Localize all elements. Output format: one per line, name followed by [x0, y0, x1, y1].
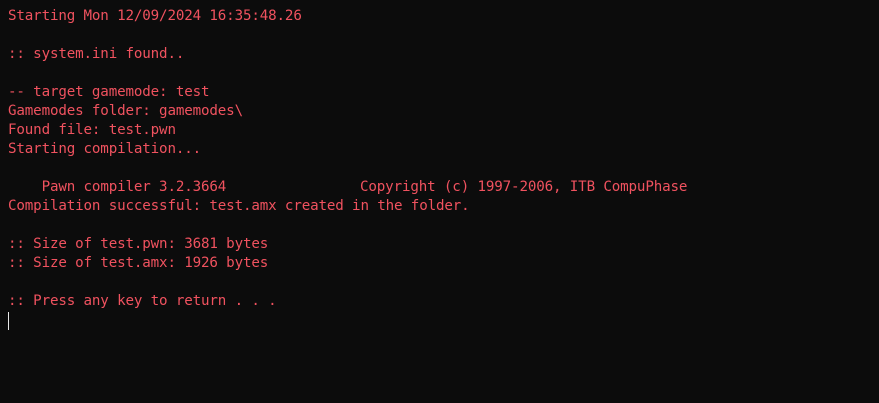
- press-any-key-prompt: :: Press any key to return . . .: [8, 293, 277, 309]
- target-gamemode-line: -- target gamemode: test: [8, 84, 210, 100]
- size-pwn-line: :: Size of test.pwn: 3681 bytes: [8, 236, 269, 252]
- starting-line: Starting Mon 12/09/2024 16:35:48.26: [8, 8, 302, 24]
- starting-compilation-line: Starting compilation...: [8, 141, 202, 157]
- compiler-info-line: Pawn compiler 3.2.3664 Copyright (c) 1997…: [8, 159, 879, 195]
- size-amx-line: :: Size of test.amx: 1926 bytes: [8, 255, 269, 271]
- system-ini-line: :: system.ini found..: [8, 46, 185, 62]
- compilation-result-line: Compilation successful: test.amx created…: [8, 198, 470, 214]
- compiler-version: Pawn compiler 3.2.3664: [41, 179, 227, 195]
- gamemodes-folder-line: Gamemodes folder: gamemodes\: [8, 103, 243, 119]
- compiler-copyright: Copyright (c) 1997-2006, ITB CompuPhase: [360, 179, 688, 195]
- console-window[interactable]: Starting Mon 12/09/2024 16:35:48.26 :: s…: [0, 0, 879, 403]
- text-cursor[interactable]: [8, 312, 9, 330]
- found-file-line: Found file: test.pwn: [8, 122, 176, 138]
